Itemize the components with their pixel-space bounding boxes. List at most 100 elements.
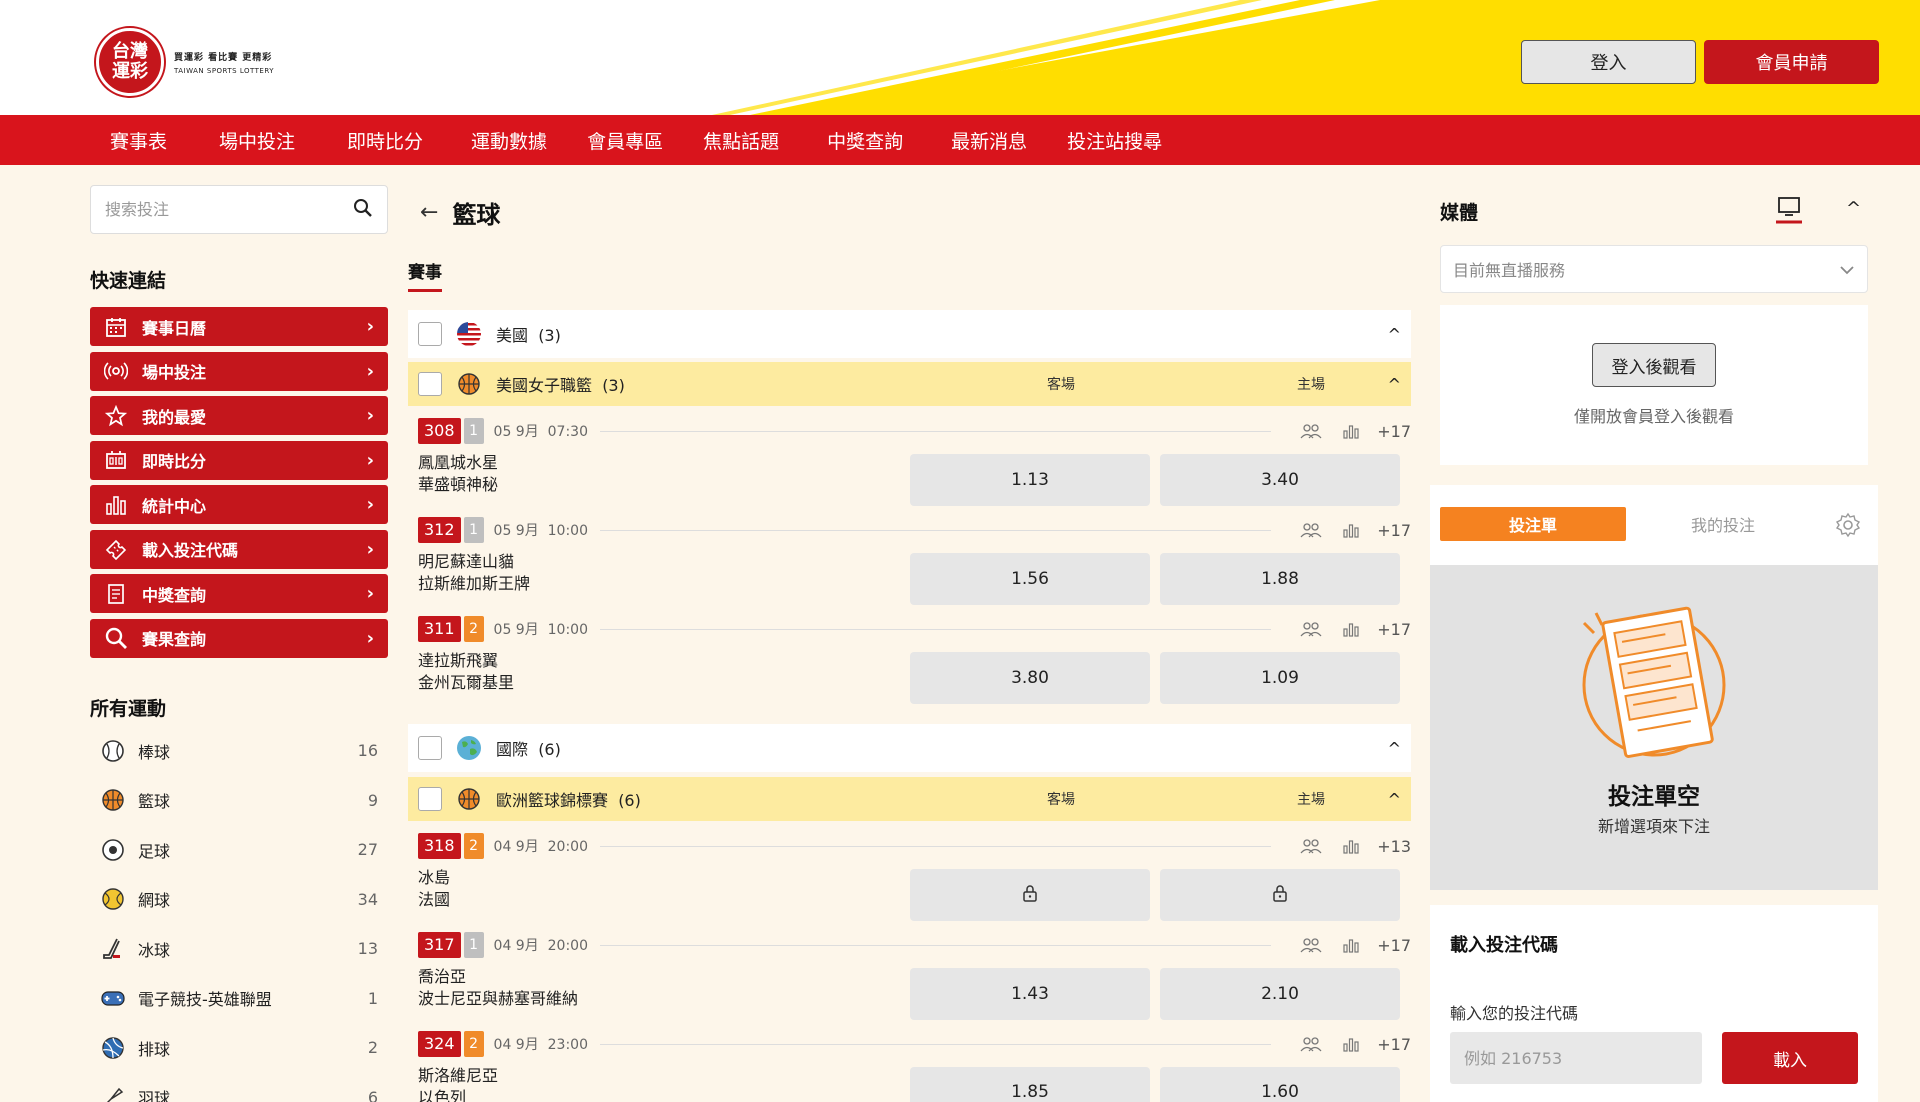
sport-count: 1 [367, 988, 378, 1008]
stats-icon[interactable] [1339, 935, 1363, 955]
nav-item-sports-data[interactable]: 運動數據 [471, 127, 547, 154]
more-markets-link[interactable]: +17 [1377, 422, 1411, 441]
head-to-head-icon[interactable] [1299, 836, 1323, 856]
match-date: 05 9月 [493, 622, 539, 638]
stats-icon[interactable] [1339, 836, 1363, 856]
nav-item-schedule[interactable]: 賽事表 [110, 127, 167, 154]
sport-name: 羽球 [138, 1089, 171, 1102]
country-header-usa[interactable]: 美國 (3) ^ [408, 310, 1411, 358]
nav-item-news[interactable]: 最新消息 [951, 127, 1027, 154]
head-to-head-icon[interactable] [1299, 935, 1323, 955]
league-header-eurobasket[interactable]: 歐洲籃球錦標賽 (6) 客場 主場 ^ [408, 777, 1411, 821]
nav-item-hot-topics[interactable]: 焦點話題 [703, 127, 779, 154]
more-markets-link[interactable]: +13 [1377, 837, 1411, 856]
away-odds-button[interactable]: 1.43 [910, 968, 1150, 1020]
head-to-head-icon[interactable] [1299, 1034, 1323, 1054]
home-odds-button[interactable]: 1.09 [1160, 652, 1400, 704]
sport-name: 籃球 [138, 792, 171, 812]
sport-item-tennis[interactable]: 網球 34 [90, 875, 388, 925]
away-odds-button[interactable]: 1.13 [910, 454, 1150, 506]
brand-logo[interactable]: 台灣 運彩 買運彩 看比賽 更精彩 TAIWAN SPORTS LOTTERY [96, 28, 274, 96]
quick-link-prize-check[interactable]: 中獎查詢 › [90, 574, 388, 613]
tab-bet-slip[interactable]: 投注單 [1440, 507, 1626, 541]
nav-item-member[interactable]: 會員專區 [587, 127, 663, 154]
nav-item-prize-check[interactable]: 中獎查詢 [827, 127, 903, 154]
sport-item-basketball[interactable]: 籃球 9 [90, 776, 388, 826]
home-odds-button[interactable]: 3.40 [1160, 454, 1400, 506]
more-markets-link[interactable]: +17 [1377, 521, 1411, 540]
receipt-icon [104, 582, 128, 606]
match-row: 308 1 05 9月 07:30 +17 鳳凰城水星 華盛頓神秘 1.13 3… [408, 412, 1411, 511]
select-checkbox[interactable] [418, 787, 442, 811]
select-checkbox[interactable] [418, 736, 442, 760]
login-to-watch-button[interactable]: 登入後觀看 [1592, 343, 1716, 387]
stats-icon[interactable] [1339, 1034, 1363, 1054]
sport-item-esports[interactable]: 電子競技-英雄聯盟 1 [90, 974, 388, 1024]
select-checkbox[interactable] [418, 372, 442, 396]
chevron-up-icon[interactable]: ^ [1846, 198, 1861, 219]
lock-icon [1022, 884, 1038, 907]
sport-item-volleyball[interactable]: 排球 2 [90, 1023, 388, 1073]
quick-link-stats[interactable]: 統計中心 › [90, 485, 388, 524]
stats-icon[interactable] [1339, 619, 1363, 639]
login-button[interactable]: 登入 [1521, 40, 1696, 84]
more-markets-link[interactable]: +17 [1377, 620, 1411, 639]
watch-note: 僅開放會員登入後觀看 [1573, 407, 1734, 426]
home-odds-button[interactable]: 1.88 [1160, 553, 1400, 605]
live-broadcast-icon [104, 359, 128, 383]
stats-icon[interactable] [1339, 520, 1363, 540]
chevron-up-icon[interactable]: ^ [1388, 739, 1401, 758]
media-stream-select[interactable]: 目前無直播服務 [1440, 245, 1868, 293]
tab-events[interactable]: 賽事 [408, 258, 442, 292]
sport-item-baseball[interactable]: 棒球 16 [90, 726, 388, 776]
search-input[interactable] [105, 200, 353, 219]
more-markets-link[interactable]: +17 [1377, 936, 1411, 955]
chevron-up-icon[interactable]: ^ [1388, 325, 1401, 344]
more-markets-link[interactable]: +17 [1377, 1035, 1411, 1054]
away-odds-button[interactable]: 1.85 [910, 1067, 1150, 1102]
head-to-head-icon[interactable] [1299, 421, 1323, 441]
away-odds-button[interactable]: 1.56 [910, 553, 1150, 605]
quick-link-live-score[interactable]: 即時比分 › [90, 440, 388, 480]
register-button[interactable]: 會員申請 [1704, 40, 1879, 84]
match-number: 308 [418, 418, 461, 444]
select-checkbox[interactable] [418, 322, 442, 346]
match-time: 20:00 [547, 938, 588, 954]
stats-icon[interactable] [1339, 421, 1363, 441]
home-odds-button[interactable]: 1.60 [1160, 1067, 1400, 1102]
bet-code-input[interactable] [1450, 1032, 1702, 1084]
nav-item-shop-search[interactable]: 投注站搜尋 [1067, 127, 1162, 154]
quick-link-results[interactable]: 賽果查詢 › [90, 618, 388, 658]
search-icon[interactable] [353, 198, 373, 222]
monitor-icon[interactable] [1776, 196, 1802, 228]
country-header-international[interactable]: 國際 (6) ^ [408, 724, 1411, 772]
head-to-head-icon[interactable] [1299, 520, 1323, 540]
tab-my-bets[interactable]: 我的投注 [1630, 507, 1816, 541]
match-number: 312 [418, 517, 461, 543]
sport-name: 足球 [138, 841, 171, 861]
quick-link-favorites[interactable]: 我的最愛 › [90, 396, 388, 435]
sport-item-badminton[interactable]: 羽球 6 [90, 1073, 388, 1102]
away-odds-button[interactable]: 3.80 [910, 652, 1150, 704]
quick-link-load-code[interactable]: 載入投注代碼 › [90, 529, 388, 569]
nav-item-live-score[interactable]: 即時比分 [347, 127, 423, 154]
sport-item-hockey[interactable]: 冰球 13 [90, 924, 388, 974]
league-header-wnba[interactable]: 美國女子職籃 (3) 客場 主場 ^ [408, 362, 1411, 406]
away-column-label: 客場 [1047, 377, 1075, 393]
quick-link-live-bet[interactable]: 場中投注 › [90, 351, 388, 391]
gear-icon[interactable] [1834, 511, 1862, 543]
sport-name: 排球 [138, 1039, 171, 1059]
away-column-label: 客場 [1047, 792, 1075, 808]
nav-item-live-bet[interactable]: 場中投注 [219, 127, 295, 154]
chevron-up-icon[interactable]: ^ [1388, 375, 1401, 394]
load-code-button[interactable]: 載入 [1722, 1032, 1858, 1084]
hockey-icon [100, 936, 126, 962]
home-odds-button[interactable]: 2.10 [1160, 968, 1400, 1020]
sport-item-soccer[interactable]: 足球 27 [90, 825, 388, 875]
chevron-up-icon[interactable]: ^ [1388, 790, 1401, 809]
head-to-head-icon[interactable] [1299, 619, 1323, 639]
logo-line-2: 運彩 [112, 61, 148, 82]
quick-link-calendar[interactable]: 賽事日曆 › [90, 307, 388, 346]
back-arrow-icon[interactable]: ← [420, 200, 438, 225]
search-box [90, 185, 388, 234]
